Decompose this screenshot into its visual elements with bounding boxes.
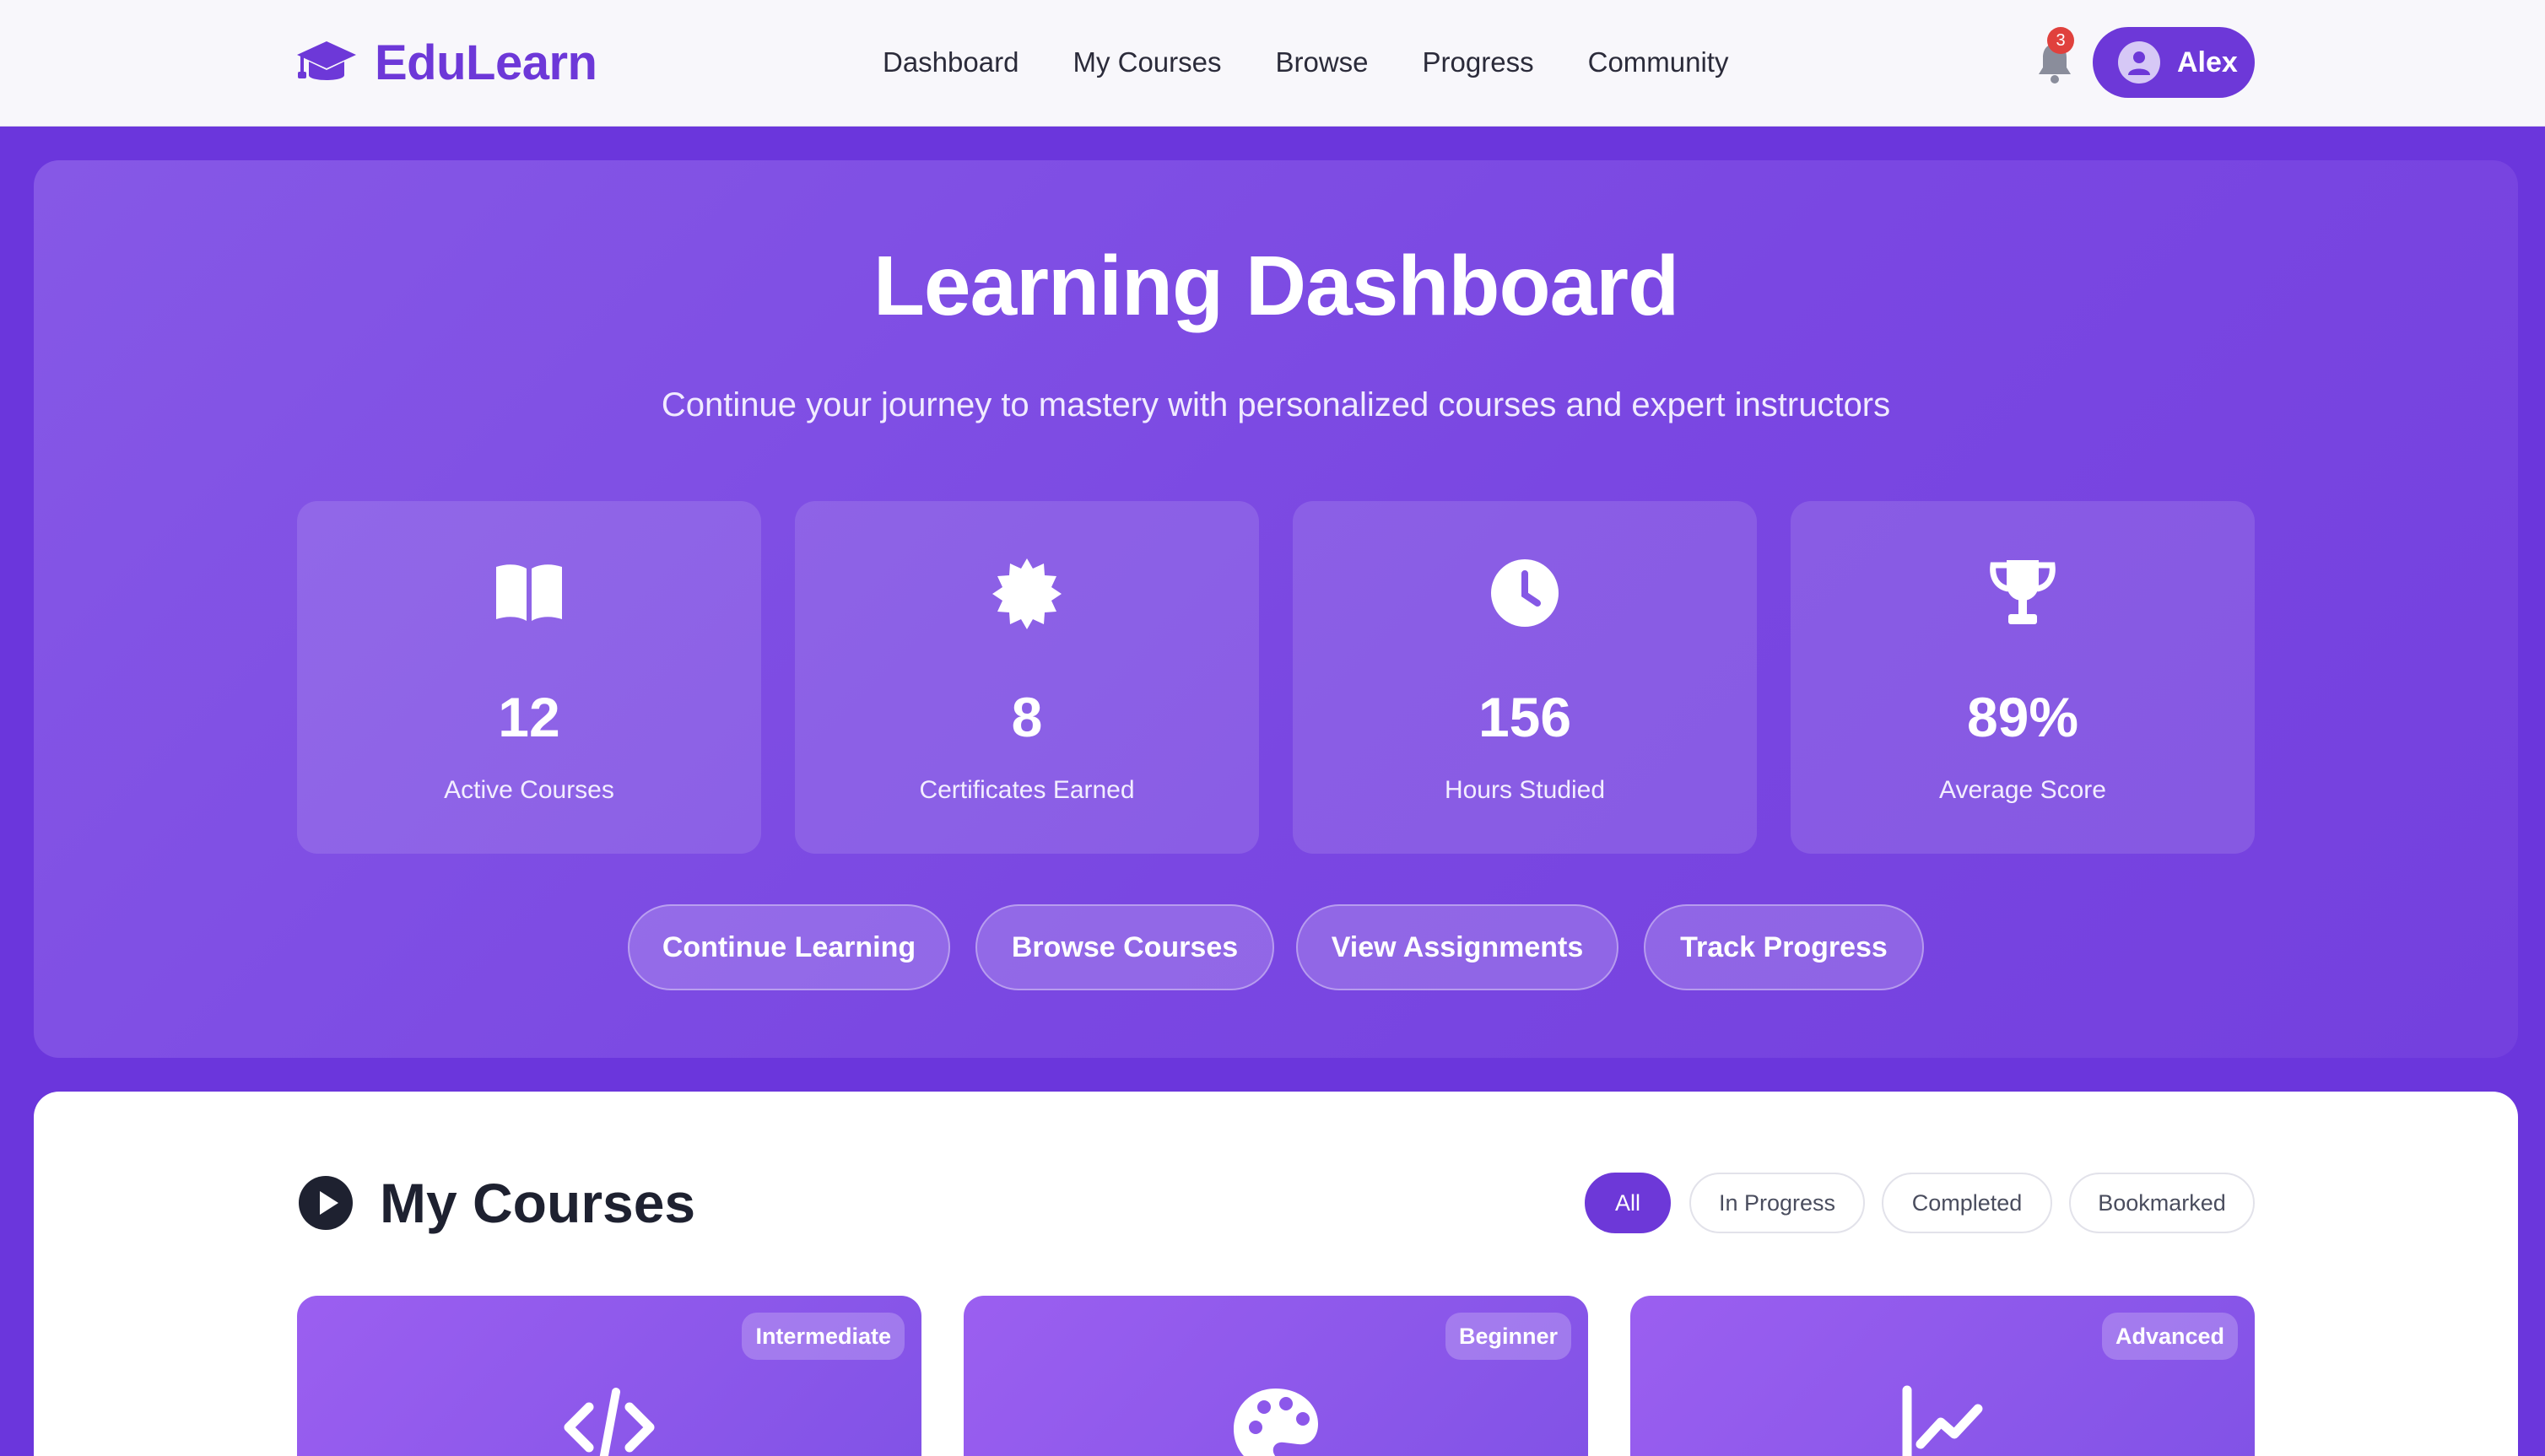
level-badge: Beginner bbox=[1445, 1313, 1571, 1360]
book-icon bbox=[496, 564, 562, 621]
level-badge: Intermediate bbox=[742, 1313, 905, 1360]
user-icon bbox=[2128, 51, 2150, 75]
notification-badge: 3 bbox=[2047, 27, 2074, 54]
filter-completed[interactable]: Completed bbox=[1882, 1173, 2052, 1233]
nav-link-community[interactable]: Community bbox=[1588, 40, 1729, 84]
course-card[interactable]: Intermediate bbox=[297, 1296, 921, 1456]
stat-label: Average Score bbox=[1939, 776, 2106, 804]
filter-all[interactable]: All bbox=[1585, 1173, 1671, 1233]
stat-card-certificates: 8 Certificates Earned bbox=[795, 501, 1259, 854]
continue-learning-button[interactable]: Continue Learning bbox=[628, 904, 950, 990]
chart-line-icon bbox=[1902, 1385, 1983, 1456]
user-name: Alex bbox=[2177, 46, 2238, 78]
nav-link-my-courses[interactable]: My Courses bbox=[1073, 40, 1221, 84]
section-header: My Courses bbox=[297, 1169, 695, 1237]
stat-value: 156 bbox=[1478, 686, 1572, 748]
track-progress-button[interactable]: Track Progress bbox=[1644, 904, 1924, 990]
stats-grid: 12 Active Courses 8 Certificates Earned … bbox=[297, 501, 2255, 854]
brand-name: EduLearn bbox=[375, 35, 597, 90]
clock-icon bbox=[1491, 559, 1559, 627]
trophy-icon bbox=[1990, 560, 2056, 624]
main-nav: Dashboard My Courses Browse Progress Com… bbox=[883, 40, 1782, 84]
view-assignments-button[interactable]: View Assignments bbox=[1296, 904, 1618, 990]
brand-logo[interactable]: EduLearn bbox=[295, 32, 597, 93]
avatar bbox=[2118, 41, 2160, 84]
nav-link-progress[interactable]: Progress bbox=[1423, 40, 1534, 84]
certificate-icon bbox=[992, 558, 1062, 629]
course-card[interactable]: Advanced bbox=[1630, 1296, 2255, 1456]
stat-value: 12 bbox=[498, 686, 560, 748]
page-subtitle: Continue your journey to mastery with pe… bbox=[661, 386, 1891, 423]
stat-value: 8 bbox=[1011, 686, 1043, 748]
top-navbar: EduLearn Dashboard My Courses Browse Pro… bbox=[0, 0, 2545, 127]
stat-card-hours-studied: 156 Hours Studied bbox=[1293, 501, 1757, 854]
stat-label: Hours Studied bbox=[1444, 776, 1606, 804]
dashboard-hero: Learning Dashboard Continue your journey… bbox=[34, 160, 2518, 1058]
my-courses-section: My Courses All In Progress Completed Boo… bbox=[34, 1092, 2518, 1456]
stat-card-active-courses: 12 Active Courses bbox=[297, 501, 761, 854]
stat-card-average-score: 89% Average Score bbox=[1791, 501, 2255, 854]
play-circle-icon bbox=[299, 1176, 353, 1230]
code-icon bbox=[564, 1388, 655, 1456]
user-menu-button[interactable]: Alex bbox=[2093, 27, 2255, 98]
stat-label: Active Courses bbox=[444, 776, 614, 804]
graduation-cap-icon bbox=[297, 41, 356, 80]
palette-icon bbox=[1234, 1389, 1318, 1456]
filter-in-progress[interactable]: In Progress bbox=[1689, 1173, 1865, 1233]
section-title: My Courses bbox=[380, 1172, 696, 1234]
stat-value: 89% bbox=[1966, 686, 2079, 748]
filter-bookmarked[interactable]: Bookmarked bbox=[2069, 1173, 2255, 1233]
level-badge: Advanced bbox=[2101, 1313, 2238, 1360]
page-title: Learning Dashboard bbox=[873, 239, 1679, 333]
course-card[interactable]: Beginner bbox=[964, 1296, 1588, 1456]
browse-courses-button[interactable]: Browse Courses bbox=[975, 904, 1274, 990]
stat-label: Certificates Earned bbox=[919, 776, 1135, 804]
nav-link-dashboard[interactable]: Dashboard bbox=[883, 40, 1019, 84]
nav-link-browse[interactable]: Browse bbox=[1276, 40, 1369, 84]
